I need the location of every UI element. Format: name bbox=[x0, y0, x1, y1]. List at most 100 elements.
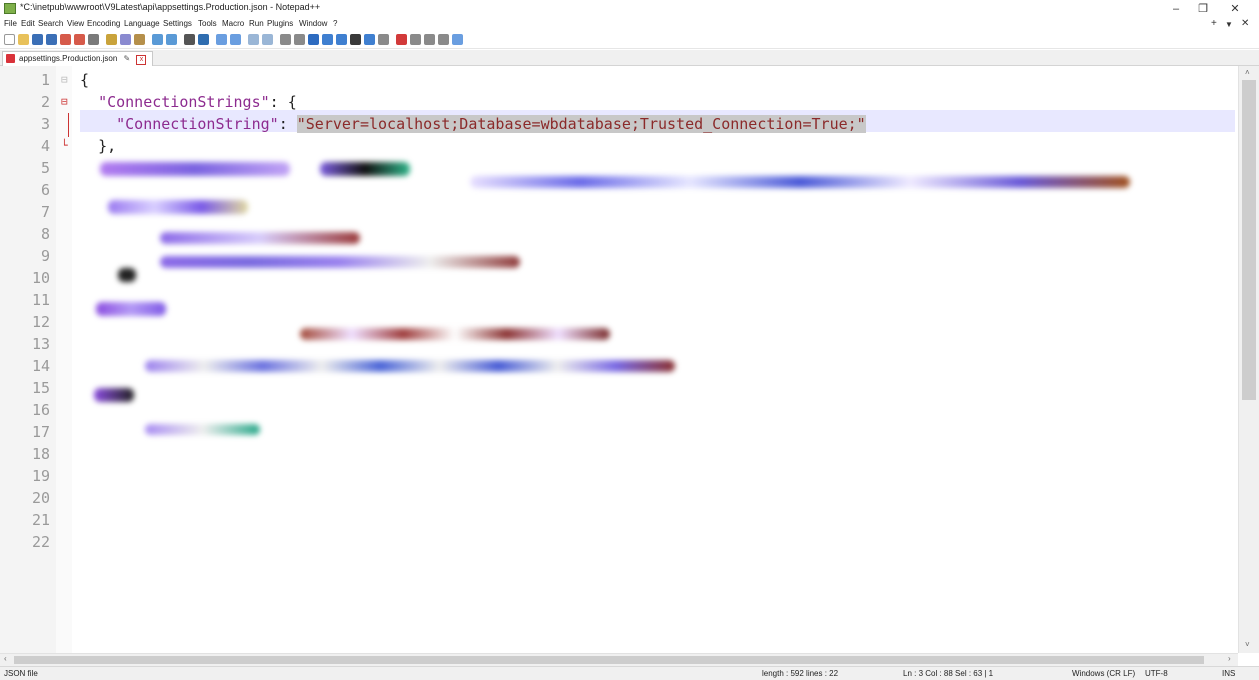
open-file-icon[interactable] bbox=[18, 34, 29, 45]
menu-view[interactable]: View bbox=[67, 19, 84, 28]
line-number: 16 bbox=[31, 401, 50, 419]
json-key: "ConnectionStrings" bbox=[98, 93, 270, 111]
menu-settings[interactable]: Settings bbox=[163, 19, 192, 28]
print-icon[interactable] bbox=[88, 34, 99, 45]
horizontal-scroll-thumb[interactable] bbox=[14, 656, 1204, 664]
line-number: 15 bbox=[31, 379, 50, 397]
pin-icon[interactable]: ✎ bbox=[124, 52, 131, 66]
menu-search[interactable]: Search bbox=[38, 19, 63, 28]
menu-help[interactable]: ? bbox=[333, 19, 337, 28]
line-number: 3 bbox=[40, 115, 50, 133]
dropdown-icon[interactable]: ▼ bbox=[1225, 20, 1233, 29]
paste-icon[interactable] bbox=[134, 34, 145, 45]
show-all-characters-icon[interactable] bbox=[294, 34, 305, 45]
document-map-icon[interactable] bbox=[364, 34, 375, 45]
json-punct: : bbox=[278, 115, 297, 133]
menu-run[interactable]: Run bbox=[249, 19, 264, 28]
line-number: 1 bbox=[40, 71, 50, 89]
line-number: 7 bbox=[40, 203, 50, 221]
play-macro-icon[interactable] bbox=[424, 34, 435, 45]
line-number: 22 bbox=[31, 533, 50, 551]
close-document-icon[interactable]: ✕ bbox=[1241, 18, 1249, 29]
line-number: 10 bbox=[31, 269, 50, 287]
undo-icon[interactable] bbox=[152, 34, 163, 45]
redacted-content bbox=[118, 268, 136, 282]
redacted-content bbox=[300, 328, 610, 340]
language-icon[interactable] bbox=[322, 34, 333, 45]
replace-icon[interactable] bbox=[198, 34, 209, 45]
redo-icon[interactable] bbox=[166, 34, 177, 45]
menu-file[interactable]: File bbox=[4, 19, 17, 28]
menu-macro[interactable]: Macro bbox=[222, 19, 244, 28]
redacted-content bbox=[94, 388, 134, 402]
line-number: 2 bbox=[40, 93, 50, 111]
close-icon[interactable] bbox=[60, 34, 71, 45]
menu-plugins[interactable]: Plugins bbox=[267, 19, 293, 28]
new-file-icon[interactable] bbox=[4, 34, 15, 45]
line-number: 18 bbox=[31, 445, 50, 463]
menu-window[interactable]: Window bbox=[299, 19, 327, 28]
vertical-scroll-thumb[interactable] bbox=[1242, 80, 1256, 400]
run-macro-multiple-icon[interactable] bbox=[438, 34, 449, 45]
folder-workspace-icon[interactable] bbox=[350, 34, 361, 45]
status-cursor-position: Ln : 3 Col : 88 Sel : 63 | 1 bbox=[903, 669, 994, 678]
menu-tools[interactable]: Tools bbox=[198, 19, 217, 28]
redacted-content bbox=[108, 200, 248, 214]
tab-appsettings-production[interactable]: appsettings.Production.json ✎ x bbox=[2, 51, 154, 66]
status-insert-mode: INS bbox=[1222, 669, 1236, 678]
copy-icon[interactable] bbox=[120, 34, 131, 45]
unsaved-file-icon bbox=[6, 54, 15, 63]
add-icon[interactable]: + bbox=[1211, 18, 1217, 29]
redacted-content bbox=[96, 302, 166, 316]
monitoring-icon[interactable] bbox=[378, 34, 389, 45]
scroll-down-arrow-icon[interactable]: ˅ bbox=[1245, 640, 1250, 649]
editor-area[interactable]: 1 2 3 4 5 6 7 8 9 10 11 12 13 14 15 16 1… bbox=[0, 66, 1259, 653]
code-line-3: "ConnectionString": "Server=localhost;Da… bbox=[80, 113, 866, 135]
find-icon[interactable] bbox=[184, 34, 195, 45]
cut-icon[interactable] bbox=[106, 34, 117, 45]
code-line-2: "ConnectionStrings": { bbox=[80, 91, 297, 113]
json-key: "ConnectionString" bbox=[116, 115, 279, 133]
save-icon[interactable] bbox=[32, 34, 43, 45]
menu-encoding[interactable]: Encoding bbox=[87, 19, 120, 28]
maximize-button[interactable]: ❐ bbox=[1192, 0, 1214, 18]
line-number: 4 bbox=[40, 137, 50, 155]
selected-json-value: "Server=localhost;Database=wbdatabase;Tr… bbox=[296, 115, 866, 133]
menu-edit[interactable]: Edit bbox=[21, 19, 35, 28]
redacted-content bbox=[145, 424, 260, 435]
function-list-icon[interactable] bbox=[336, 34, 347, 45]
close-button[interactable]: ✕ bbox=[1224, 0, 1246, 18]
zoom-out-icon[interactable] bbox=[230, 34, 241, 45]
close-all-icon[interactable] bbox=[74, 34, 85, 45]
status-length-lines: length : 592 lines : 22 bbox=[762, 669, 839, 678]
fold-open-icon[interactable]: ⊟ bbox=[61, 69, 68, 91]
zoom-in-icon[interactable] bbox=[216, 34, 227, 45]
record-macro-icon[interactable] bbox=[396, 34, 407, 45]
scroll-right-arrow-icon[interactable]: › bbox=[1228, 654, 1231, 663]
horizontal-scrollbar[interactable]: ‹ › bbox=[0, 653, 1238, 666]
tab-close-icon[interactable]: x bbox=[136, 55, 147, 65]
fold-open-icon[interactable]: ⊟ bbox=[61, 91, 68, 113]
save-all-icon[interactable] bbox=[46, 34, 57, 45]
status-encoding[interactable]: UTF-8 bbox=[1145, 669, 1168, 678]
line-number: 8 bbox=[40, 225, 50, 243]
scroll-left-arrow-icon[interactable]: ‹ bbox=[4, 654, 7, 663]
line-number: 12 bbox=[31, 313, 50, 331]
save-macro-icon[interactable] bbox=[452, 34, 463, 45]
indent-guide-icon[interactable] bbox=[308, 34, 319, 45]
sync-vertical-icon[interactable] bbox=[248, 34, 259, 45]
status-eol[interactable]: Windows (CR LF) bbox=[1072, 669, 1135, 678]
toolbar bbox=[0, 32, 1259, 49]
stop-macro-icon[interactable] bbox=[410, 34, 421, 45]
sync-horizontal-icon[interactable] bbox=[262, 34, 273, 45]
minimize-button[interactable]: – bbox=[1165, 0, 1187, 18]
redacted-content bbox=[160, 232, 360, 244]
json-punct: }, bbox=[98, 137, 117, 155]
line-number: 21 bbox=[31, 511, 50, 529]
redacted-content bbox=[160, 256, 520, 268]
fold-end-icon: └ bbox=[61, 139, 68, 152]
scroll-up-arrow-icon[interactable]: ˄ bbox=[1245, 68, 1250, 77]
menu-language[interactable]: Language bbox=[124, 19, 160, 28]
word-wrap-icon[interactable] bbox=[280, 34, 291, 45]
vertical-scrollbar[interactable]: ˄ ˅ bbox=[1238, 66, 1259, 653]
